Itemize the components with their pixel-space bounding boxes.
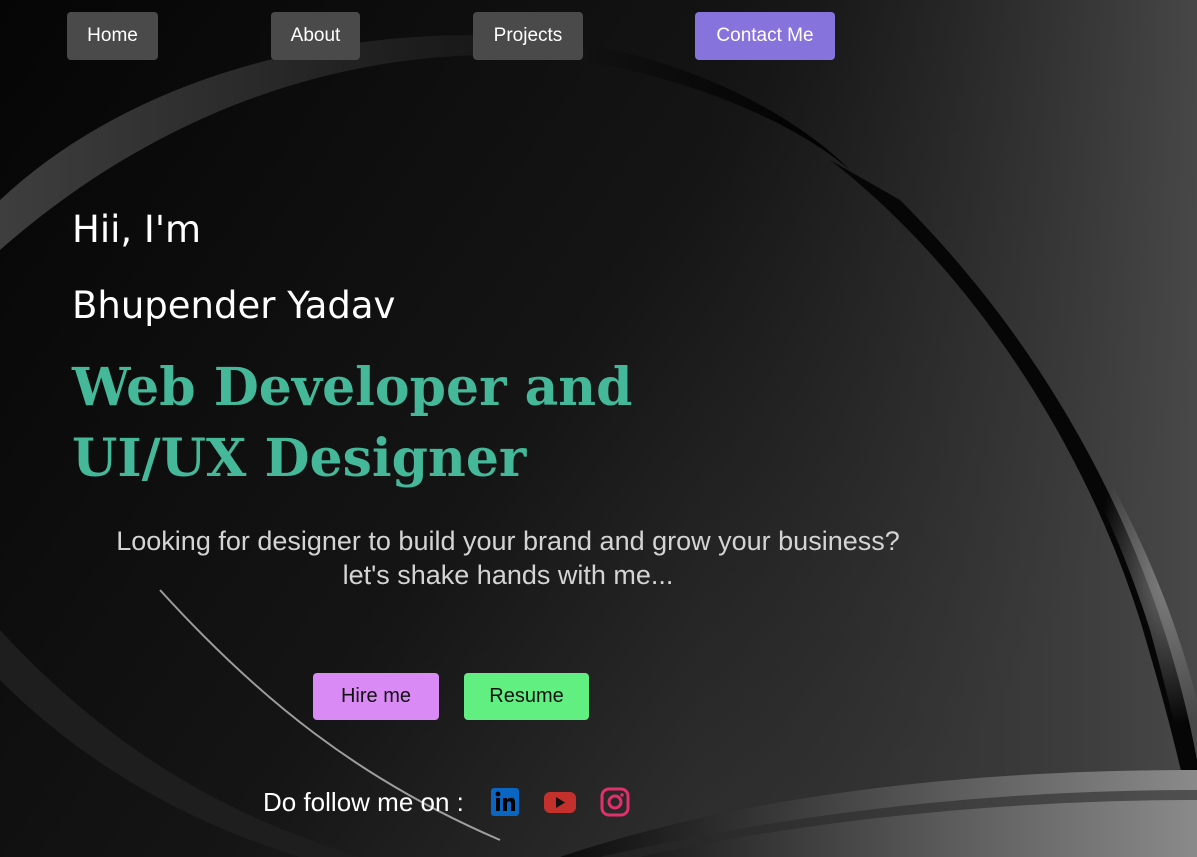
nav-contact-button[interactable]: Contact Me (695, 12, 835, 60)
hero-tagline: Looking for designer to build your brand… (58, 524, 958, 592)
nav-about-button[interactable]: About (271, 12, 360, 60)
hero-name: Bhupender Yadav (72, 284, 396, 327)
nav-projects-button[interactable]: Projects (473, 12, 583, 60)
hire-me-button[interactable]: Hire me (313, 673, 439, 720)
linkedin-icon[interactable] (489, 786, 521, 818)
resume-button[interactable]: Resume (464, 673, 589, 720)
instagram-icon[interactable] (599, 786, 631, 818)
tagline-line-1: Looking for designer to build your brand… (116, 526, 900, 556)
tagline-line-2: let's shake hands with me... (342, 560, 674, 590)
nav-home-button[interactable]: Home (67, 12, 158, 60)
role-line-1: Web Developer and (72, 357, 633, 418)
follow-label: Do follow me on : (263, 787, 464, 817)
role-line-2: UI/UX Designer (72, 428, 527, 489)
youtube-icon[interactable] (542, 786, 578, 818)
hero-greeting: Hii, I'm (72, 208, 202, 251)
hero-role-heading: Web Developer and UI/UX Designer (72, 352, 632, 494)
